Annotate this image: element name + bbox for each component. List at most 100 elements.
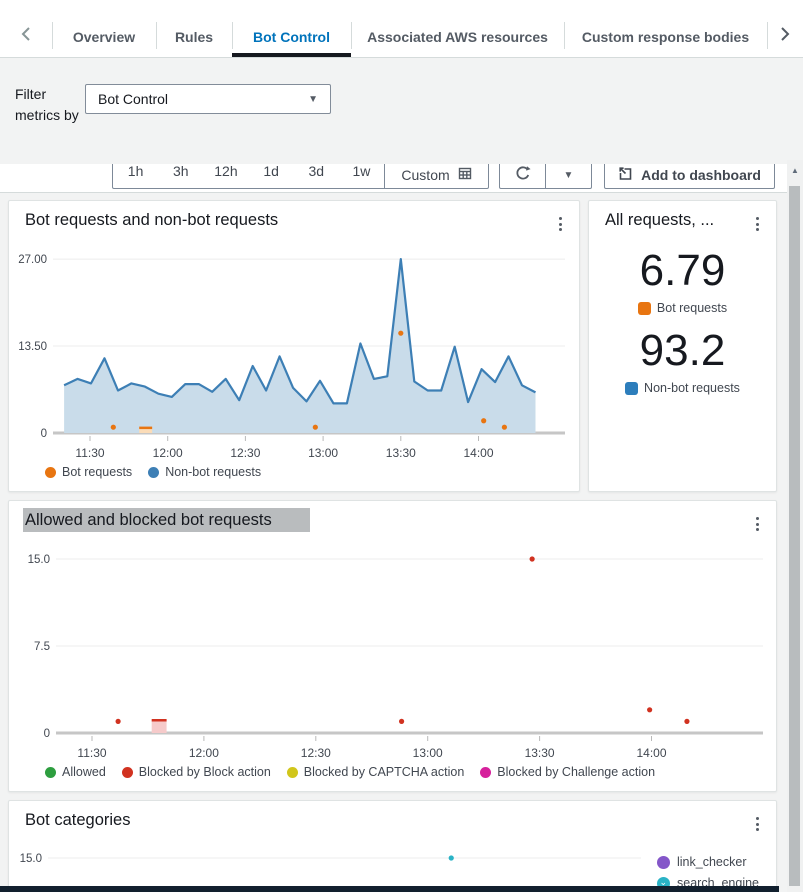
bot-requests-value: 6.79 (589, 249, 776, 293)
caret-down-icon: ▼ (564, 170, 574, 181)
filter-metrics-dropdown[interactable]: Bot Control ▼ (85, 84, 331, 114)
panel-title: Bot requests and non-bot requests (25, 211, 278, 230)
svg-text:11:30: 11:30 (75, 446, 104, 460)
kebab-menu-icon[interactable] (551, 214, 569, 234)
kebab-menu-icon[interactable] (748, 514, 766, 534)
legend-item-blocked-challenge[interactable]: Blocked by Challenge action (480, 765, 655, 779)
range-custom-button[interactable]: Custom (384, 164, 488, 188)
refresh-button[interactable] (500, 164, 545, 188)
chevron-right-icon (780, 26, 790, 47)
range-3d-button[interactable]: 3d (294, 164, 339, 188)
tab-rules[interactable]: Rules (156, 0, 232, 57)
all-requests-panel: All requests, ... 6.79 Bot requests 93.2… (588, 200, 777, 492)
tab-custom-response-bodies-label: Custom response bodies (582, 29, 749, 45)
filter-metrics-by-label: Filter metrics by (15, 84, 79, 126)
legend-label: Non-bot requests (644, 381, 740, 395)
triangle-up-icon: ▲ (791, 166, 799, 175)
range-1d-button[interactable]: 1d (249, 164, 294, 188)
legend-dot-yellow (287, 767, 298, 778)
refresh-control: ▼ (499, 164, 592, 189)
legend-item-link-checker[interactable]: link_checker (657, 855, 759, 869)
kebab-menu-icon[interactable] (748, 814, 766, 834)
svg-text:14:00: 14:00 (463, 446, 493, 460)
svg-text:13:30: 13:30 (525, 746, 555, 760)
panel-title: Bot categories (25, 811, 130, 830)
tab-overview-label: Overview (73, 29, 135, 45)
tab-bot-control-label: Bot Control (253, 29, 330, 45)
tabs-scroll-left-button[interactable] (0, 0, 52, 57)
range-12h-button[interactable]: 12h (203, 164, 248, 188)
legend-dot-magenta (480, 767, 491, 778)
tab-associated-aws-resources-label: Associated AWS resources (367, 29, 548, 45)
legend-label: Allowed (62, 765, 106, 779)
legend-item-bot-requests[interactable]: Bot requests (589, 301, 776, 315)
svg-text:7.5: 7.5 (34, 641, 50, 653)
legend-label: Blocked by CAPTCHA action (304, 765, 465, 779)
svg-text:13:00: 13:00 (308, 446, 338, 460)
tab-rules-label: Rules (175, 29, 213, 45)
chart-legend: link_checker ⌄ search_engine (657, 855, 759, 890)
chevron-left-icon (21, 26, 31, 47)
legend-item-bot-requests[interactable]: Bot requests (45, 465, 132, 479)
non-bot-requests-value: 93.2 (589, 329, 776, 373)
scrollbar-thumb[interactable] (789, 186, 800, 886)
svg-text:12:30: 12:30 (301, 746, 331, 760)
add-to-dashboard-button[interactable]: Add to dashboard (604, 164, 775, 189)
time-range-segment-control: 1h 3h 12h 1d 3d 1w Custom (112, 164, 489, 189)
tab-overview[interactable]: Overview (52, 0, 156, 57)
scrollbar-up-arrow[interactable]: ▲ (787, 160, 803, 180)
legend-label: Blocked by Challenge action (497, 765, 655, 779)
svg-text:13:30: 13:30 (386, 446, 416, 460)
legend-dot-blue (148, 467, 159, 478)
svg-text:27.00: 27.00 (18, 254, 47, 266)
panel-title: All requests, ... (605, 211, 714, 230)
range-3h-button[interactable]: 3h (158, 164, 203, 188)
legend-dot-red (122, 767, 133, 778)
tab-bar: Overview Rules Bot Control Associated AW… (0, 0, 803, 58)
tab-associated-aws-resources[interactable]: Associated AWS resources (351, 0, 564, 57)
caret-down-icon: ▼ (308, 94, 318, 105)
svg-text:11:30: 11:30 (77, 746, 106, 760)
legend-item-non-bot-requests[interactable]: Non-bot requests (148, 465, 261, 479)
tabs-scroll-right-button[interactable] (767, 0, 803, 57)
calendar-icon (458, 166, 472, 183)
vertical-scrollbar[interactable]: ▲ (787, 160, 803, 892)
svg-text:15.0: 15.0 (20, 853, 42, 865)
svg-text:12:30: 12:30 (230, 446, 260, 460)
bot-requests-chart-panel: Bot requests and non-bot requests 27.00 1… (8, 200, 580, 492)
legend-label: Bot requests (657, 301, 727, 315)
legend-dot-green (45, 767, 56, 778)
svg-text:13.50: 13.50 (18, 341, 47, 353)
legend-label: Blocked by Block action (139, 765, 271, 779)
legend-item-non-bot-requests[interactable]: Non-bot requests (589, 381, 776, 395)
add-to-dashboard-label: Add to dashboard (641, 167, 761, 183)
svg-text:0: 0 (44, 728, 50, 740)
legend-item-allowed[interactable]: Allowed (45, 765, 106, 779)
range-1w-button[interactable]: 1w (339, 164, 384, 188)
legend-label: Bot requests (62, 465, 132, 479)
svg-text:14:00: 14:00 (636, 746, 666, 760)
chart-legend: Allowed Blocked by Block action Blocked … (45, 765, 655, 779)
non-bot-requests-metric: 93.2 Non-bot requests (589, 329, 776, 395)
tab-custom-response-bodies[interactable]: Custom response bodies (564, 0, 767, 57)
panel-title: Allowed and blocked bot requests (25, 511, 310, 530)
bot-requests-chart: 27.0013.50011:3012:0012:3013:0013:3014:0… (9, 237, 581, 463)
chart-toolbar: 1h 3h 12h 1d 3d 1w Custom (0, 164, 788, 193)
legend-label: link_checker (677, 855, 746, 869)
refresh-icon (514, 165, 531, 185)
svg-text:12:00: 12:00 (189, 746, 219, 760)
legend-label: Non-bot requests (165, 465, 261, 479)
chart-legend: Bot requests Non-bot requests (45, 465, 261, 479)
kebab-menu-icon[interactable] (748, 214, 766, 234)
range-1h-button[interactable]: 1h (113, 164, 158, 188)
legend-item-blocked-captcha[interactable]: Blocked by CAPTCHA action (287, 765, 465, 779)
legend-dot-purple (657, 856, 670, 869)
legend-dot-orange (45, 467, 56, 478)
legend-square-blue (625, 382, 638, 395)
legend-square-orange (638, 302, 651, 315)
bottom-dark-bar (0, 886, 779, 892)
tab-bot-control[interactable]: Bot Control (232, 0, 351, 57)
refresh-options-button[interactable]: ▼ (545, 164, 591, 188)
legend-item-blocked-block[interactable]: Blocked by Block action (122, 765, 271, 779)
filter-dropdown-value: Bot Control (98, 91, 308, 107)
